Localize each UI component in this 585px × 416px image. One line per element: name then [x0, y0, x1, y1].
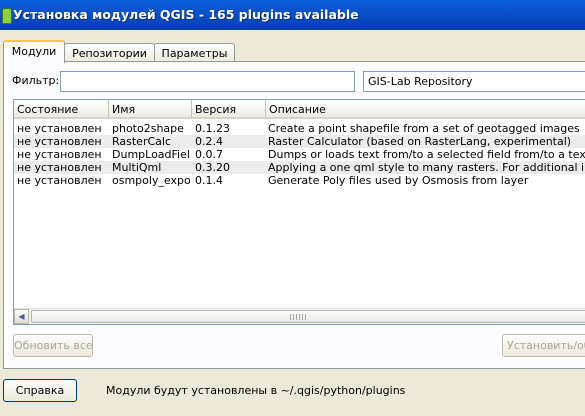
filter-input[interactable]	[60, 71, 355, 92]
cell-name: osmpoly_export	[112, 174, 190, 187]
column-header-label: Имя	[112, 103, 136, 116]
qgis-app-icon	[2, 8, 12, 24]
install-button[interactable]: Установить/обн	[502, 334, 585, 357]
column-header-version[interactable]: Версия	[192, 100, 266, 119]
cell-description: Generate Poly files used by Osmosis from…	[268, 174, 529, 187]
update-all-button-label: Обновить все	[14, 339, 93, 352]
grip-icon	[290, 314, 306, 320]
column-header-status[interactable]: Состояние	[14, 100, 109, 119]
cell-name: MultiQml	[112, 161, 162, 174]
scrollbar-thumb[interactable]	[31, 310, 585, 323]
cell-version: 0.1.23	[195, 122, 230, 135]
column-header-name[interactable]: Имя	[109, 100, 192, 119]
cell-version: 0.1.4	[195, 174, 223, 187]
help-button[interactable]: Справка	[3, 379, 77, 402]
column-header-description[interactable]: Описание	[266, 100, 585, 119]
scroll-left-icon[interactable]: ◀	[14, 309, 29, 324]
cell-version: 0.0.7	[195, 148, 223, 161]
cell-name: DumpLoadField	[112, 148, 190, 161]
tab-options[interactable]: Параметры	[154, 43, 235, 63]
column-header-label: Версия	[195, 103, 237, 116]
tab-label: Репозитории	[72, 47, 147, 60]
cell-version: 0.3.20	[195, 161, 230, 174]
horizontal-scrollbar[interactable]: ◀	[14, 308, 585, 324]
cell-description: Raster Calculator (based on RasterLang, …	[268, 135, 572, 148]
cell-description: Dumps or loads text from/to a selected f…	[268, 148, 585, 161]
table-row[interactable]: не установлен DumpLoadField 0.0.7 Dumps …	[14, 148, 585, 161]
cell-description: Create a point shapefile from a set of g…	[268, 122, 580, 135]
install-path-status: Модули будут установлены в ~/.qgis/pytho…	[106, 384, 406, 397]
cell-status: не установлен	[17, 135, 102, 148]
column-header-label: Описание	[269, 103, 326, 116]
plugins-table[interactable]: Состояние Имя Версия Описание не установ…	[13, 99, 585, 325]
filter-label: Фильтр:	[12, 74, 60, 87]
install-button-label: Установить/обн	[507, 339, 585, 352]
cell-version: 0.2.4	[195, 135, 223, 148]
cell-status: не установлен	[17, 122, 102, 135]
cell-status: не установлен	[17, 161, 102, 174]
help-button-label: Справка	[15, 384, 65, 397]
tab-label: Параметры	[161, 47, 228, 60]
repository-select-value: GIS-Lab Repository	[368, 75, 473, 88]
repository-select[interactable]: GIS-Lab Repository	[363, 71, 585, 92]
tab-repositories[interactable]: Репозитории	[64, 43, 155, 63]
cell-name: photo2shape	[112, 122, 184, 135]
cell-status: не установлен	[17, 174, 102, 187]
table-row[interactable]: не установлен osmpoly_export 0.1.4 Gener…	[14, 174, 585, 187]
window-title: Установка модулей QGIS - 165 plugins ava…	[13, 7, 359, 22]
table-row[interactable]: не установлен RasterCalc 0.2.4 Raster Ca…	[14, 135, 585, 148]
table-row[interactable]: не установлен photo2shape 0.1.23 Create …	[14, 122, 585, 135]
cell-description: Applying a one qml style to many rasters…	[268, 161, 585, 174]
title-bar: Установка модулей QGIS - 165 plugins ava…	[0, 0, 585, 30]
cell-status: не установлен	[17, 148, 102, 161]
column-header-label: Состояние	[17, 103, 79, 116]
cell-name: RasterCalc	[112, 135, 172, 148]
tab-plugins[interactable]: Модули	[3, 40, 65, 63]
table-row[interactable]: не установлен MultiQml 0.3.20 Applying a…	[14, 161, 585, 174]
tab-label: Модули	[11, 45, 57, 58]
update-all-button[interactable]: Обновить все	[13, 334, 93, 357]
